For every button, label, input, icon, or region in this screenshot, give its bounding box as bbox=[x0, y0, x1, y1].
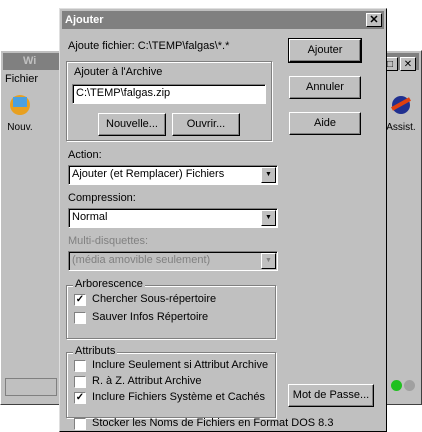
new-archive-button[interactable]: Nouvelle... bbox=[98, 113, 166, 136]
archive-attr-only-label: Inclure Seulement si Attribut Archive bbox=[92, 359, 269, 371]
action-select-value: Ajouter (et Remplacer) Fichiers bbox=[72, 168, 225, 180]
archive-path-input[interactable]: C:\TEMP\falgas.zip bbox=[72, 84, 266, 104]
compression-select-value: Normal bbox=[72, 211, 108, 223]
add-button[interactable]: Ajouter bbox=[288, 38, 362, 63]
toolbar-assist-button[interactable]: Assist. bbox=[383, 91, 419, 135]
search-subdir-checkbox[interactable]: ✓ bbox=[74, 294, 86, 306]
multi-disk-select: (média amovible seulement) ▼ bbox=[68, 251, 278, 271]
reset-archive-attr-label: R. à Z. Attribut Archive bbox=[92, 375, 202, 387]
compression-select[interactable]: Normal ▼ bbox=[68, 208, 278, 228]
status-green-icon bbox=[391, 380, 402, 391]
archive-group-label: Ajouter à l'Archive bbox=[74, 66, 163, 78]
new-archive-icon bbox=[10, 95, 30, 115]
multi-disk-select-value: (média amovible seulement) bbox=[72, 254, 211, 266]
chevron-down-icon[interactable]: ▼ bbox=[261, 167, 276, 183]
search-subdir-label: Chercher Sous-répertoire bbox=[92, 293, 217, 305]
add-dialog: Ajouter ✕ Ajoute fichier: C:\TEMP\falgas… bbox=[59, 8, 387, 432]
compression-label: Compression: bbox=[68, 192, 136, 204]
add-file-text: Ajoute fichier: C:\TEMP\falgas\*.* bbox=[68, 40, 230, 52]
dialog-close-button[interactable]: ✕ bbox=[366, 13, 382, 27]
menu-fichier[interactable]: Fichier bbox=[5, 73, 38, 85]
action-select[interactable]: Ajouter (et Remplacer) Fichiers ▼ bbox=[68, 165, 278, 185]
include-hidden-checkbox[interactable]: ✓ bbox=[74, 392, 86, 404]
save-dir-info-label: Sauver Infos Répertoire bbox=[92, 311, 209, 323]
toolbar-new-button[interactable]: Nouv. bbox=[2, 91, 38, 135]
include-hidden-label: Inclure Fichiers Système et Cachés bbox=[92, 391, 266, 403]
cancel-button[interactable]: Annuler bbox=[289, 76, 361, 99]
dialog-title: Ajouter bbox=[65, 14, 104, 26]
archive-attr-only-checkbox[interactable] bbox=[74, 360, 86, 372]
attributes-group-label: Attributs bbox=[73, 345, 118, 357]
dos-names-label: Stocker les Noms de Fichiers en Format D… bbox=[92, 417, 334, 429]
open-archive-button[interactable]: Ouvrir... bbox=[172, 113, 240, 136]
tree-group-label: Arborescence bbox=[73, 278, 145, 290]
wizard-icon bbox=[391, 96, 411, 114]
reset-archive-attr-checkbox[interactable] bbox=[74, 376, 86, 388]
dos-names-checkbox[interactable] bbox=[74, 418, 86, 430]
background-title-bar: Wi bbox=[3, 53, 63, 70]
multi-disk-label: Multi-disquettes: bbox=[68, 235, 149, 247]
chevron-down-icon: ▼ bbox=[261, 253, 276, 269]
save-dir-info-checkbox[interactable] bbox=[74, 312, 86, 324]
status-gray-icon bbox=[404, 380, 415, 391]
chevron-down-icon[interactable]: ▼ bbox=[261, 210, 276, 226]
close-button[interactable]: ✕ bbox=[400, 57, 416, 71]
dialog-title-bar: Ajouter ✕ bbox=[62, 11, 384, 29]
password-button[interactable]: Mot de Passe... bbox=[288, 384, 374, 407]
status-panel bbox=[5, 378, 57, 396]
action-label: Action: bbox=[68, 149, 102, 161]
help-button[interactable]: Aide bbox=[289, 112, 361, 135]
